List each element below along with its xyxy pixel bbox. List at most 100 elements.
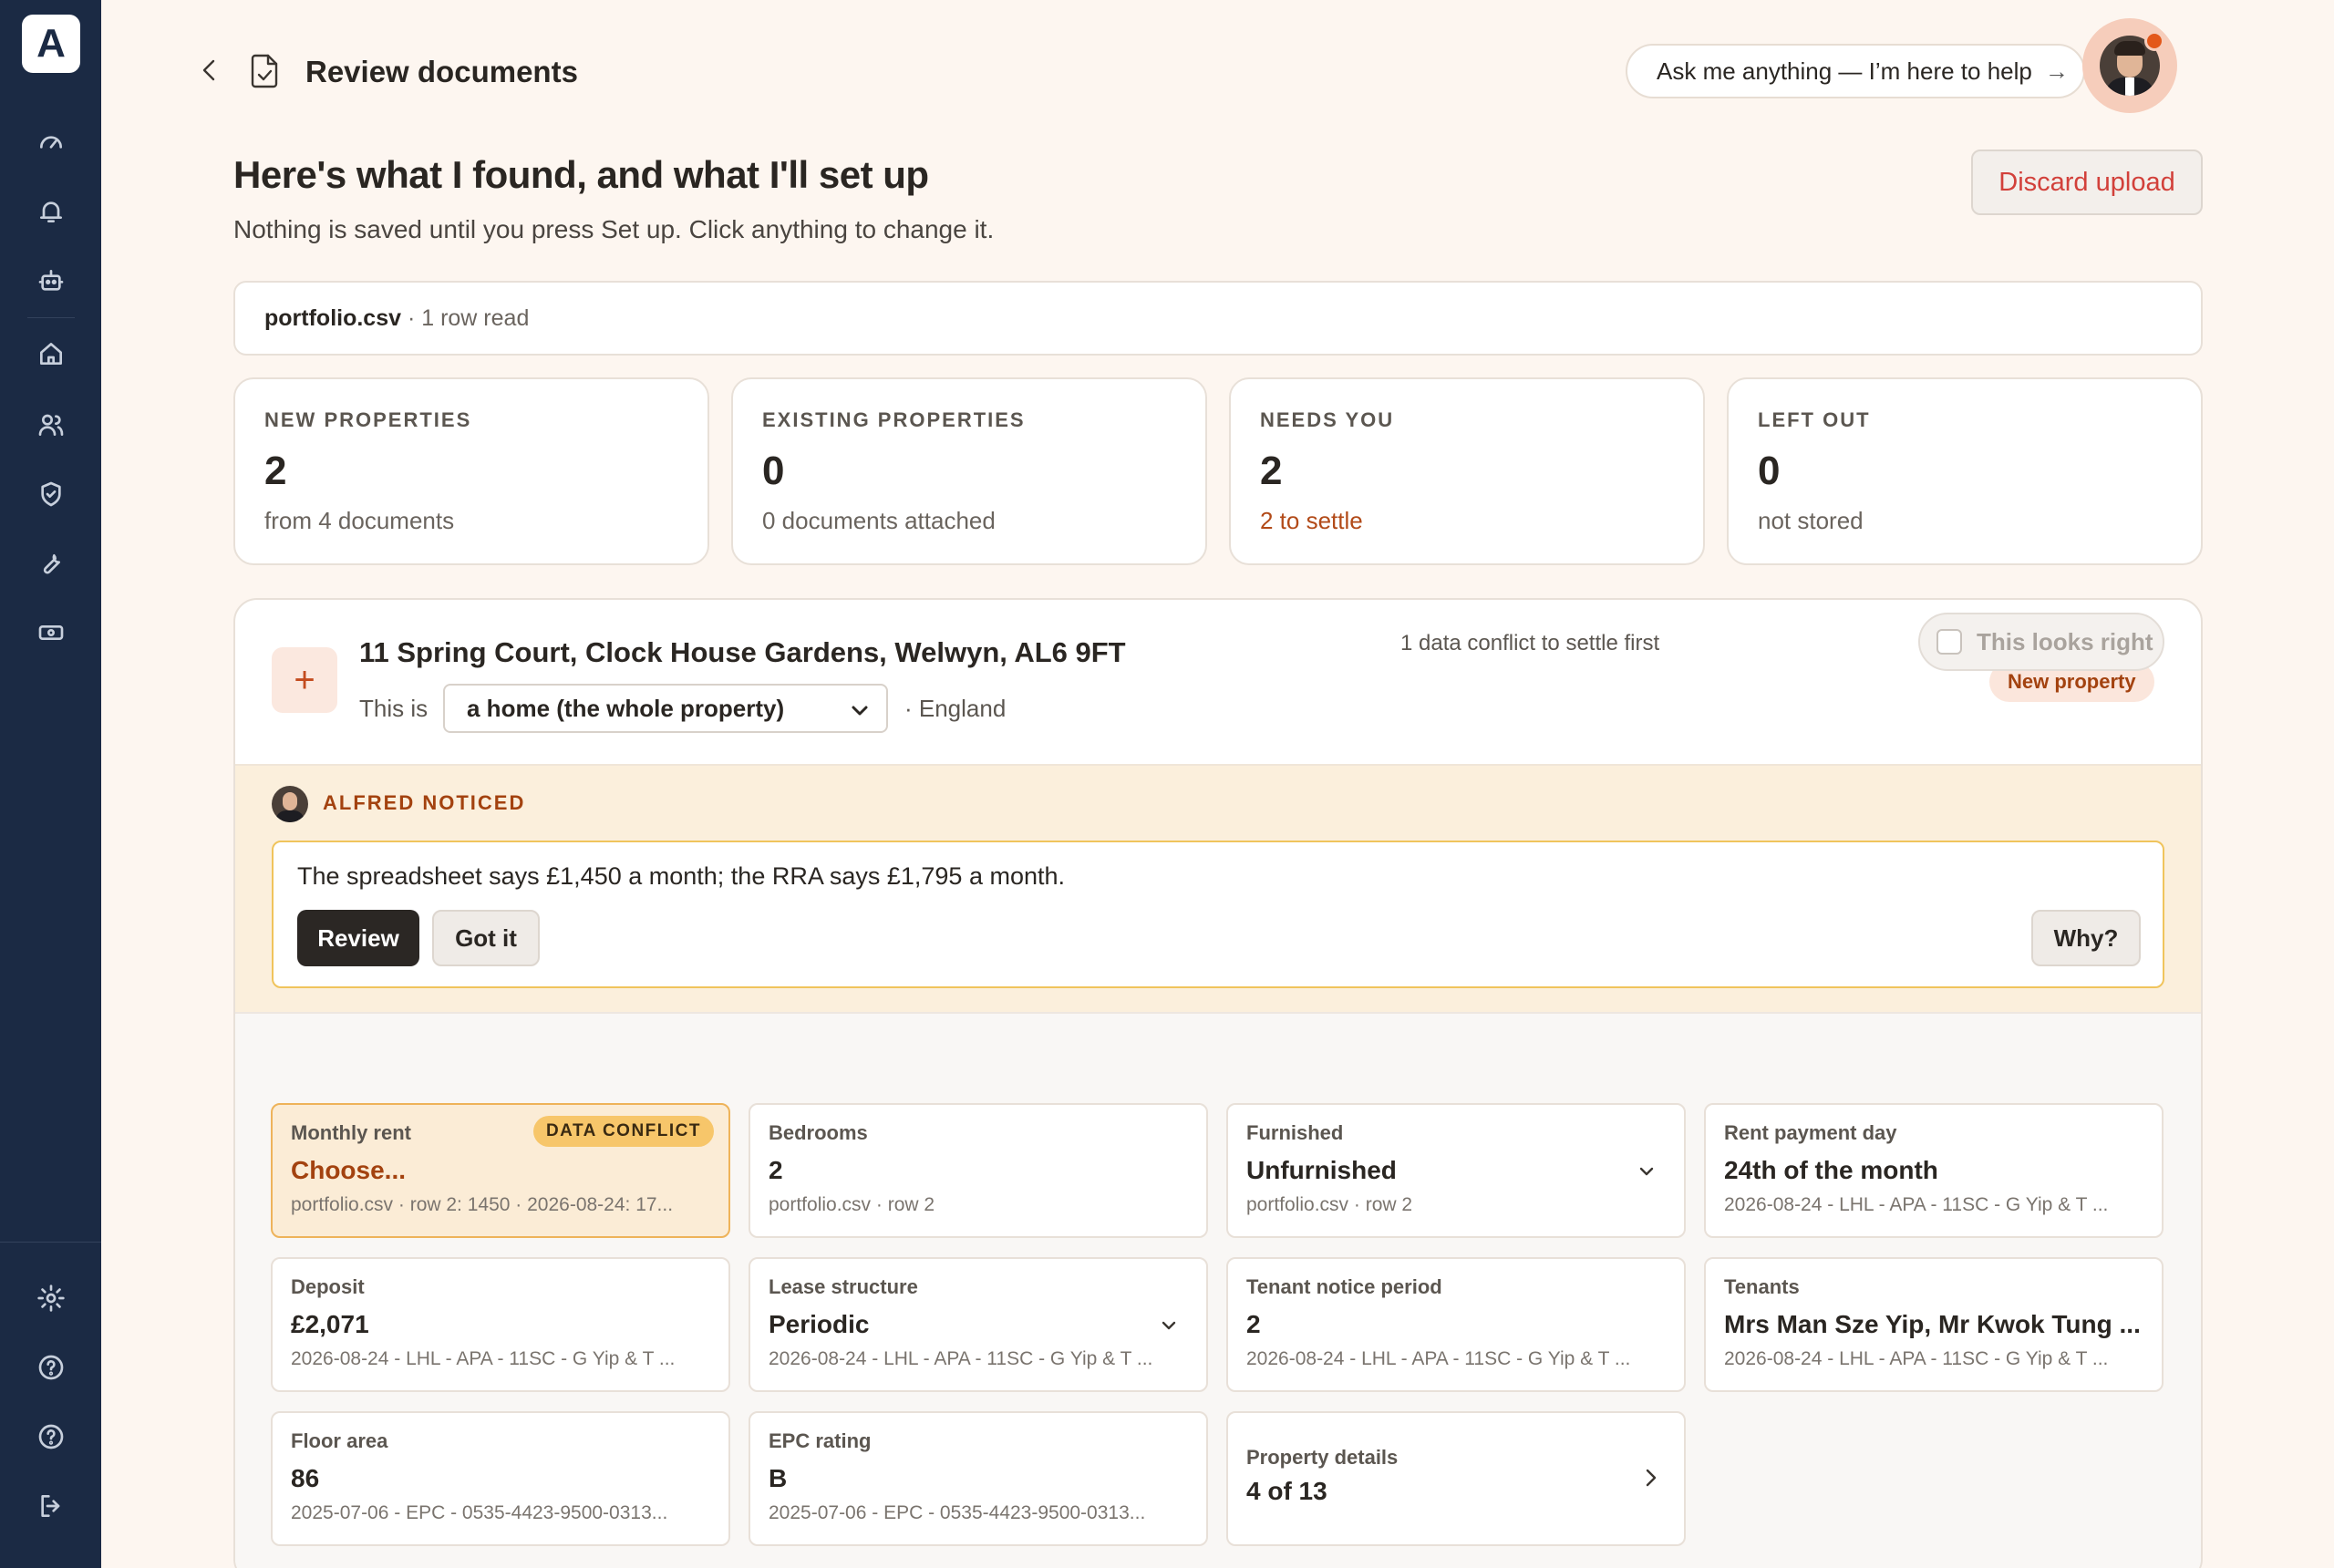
stat-label: EXISTING PROPERTIES <box>762 408 1026 431</box>
field-label: Floor area <box>291 1429 388 1452</box>
field-tenant-notice-period[interactable]: Tenant notice period 2 2026-08-24 - LHL … <box>1226 1257 1686 1392</box>
field-value: B <box>769 1464 788 1492</box>
field-value: 2 <box>769 1156 783 1184</box>
sidebar-divider <box>0 1242 101 1243</box>
field-label: Bedrooms <box>769 1121 868 1144</box>
field-value: 2 <box>1246 1310 1261 1338</box>
users-icon[interactable] <box>35 408 67 441</box>
chevron-down-icon[interactable] <box>1637 1161 1657 1186</box>
field-monthly-rent[interactable]: DATA CONFLICT Monthly rent Choose... por… <box>271 1103 730 1238</box>
notice-box: The spreadsheet says £1,450 a month; the… <box>272 841 2164 988</box>
notice-text: The spreadsheet says £1,450 a month; the… <box>297 862 1066 890</box>
field-furnished[interactable]: Furnished Unfurnished portfolio.csv · ro… <box>1226 1103 1686 1238</box>
bell-icon[interactable] <box>35 195 67 228</box>
file-name: portfolio.csv <box>264 304 402 331</box>
property-region: · England <box>904 695 1007 722</box>
add-property-icon: + <box>272 647 337 713</box>
help-icon[interactable] <box>35 1420 67 1453</box>
looks-right-label: This looks right <box>1977 627 2153 655</box>
field-value: £2,071 <box>291 1310 369 1338</box>
field-epc-rating[interactable]: EPC rating B 2025-07-06 - EPC - 0535-442… <box>749 1411 1208 1546</box>
field-label: Furnished <box>1246 1121 1344 1144</box>
stat-card-left-out[interactable]: LEFT OUT 0 not stored <box>1727 377 2203 565</box>
file-info: · 1 row read <box>401 304 530 331</box>
field-label: EPC rating <box>769 1429 872 1452</box>
chevron-right-icon[interactable] <box>1640 1466 1660 1494</box>
field-floor-area[interactable]: Floor area 86 2025-07-06 - EPC - 0535-44… <box>271 1411 730 1546</box>
field-value: 4 of 13 <box>1246 1477 1327 1505</box>
file-summary-bar: portfolio.csv · 1 row read <box>233 281 2203 356</box>
field-label: Lease structure <box>769 1275 918 1298</box>
data-conflict-badge: DATA CONFLICT <box>532 1116 714 1147</box>
chevron-down-icon[interactable] <box>1159 1315 1179 1340</box>
field-bedrooms[interactable]: Bedrooms 2 portfolio.csv · row 2 <box>749 1103 1208 1238</box>
notification-dot <box>2144 31 2164 51</box>
field-deposit[interactable]: Deposit £2,071 2026-08-24 - LHL - APA - … <box>271 1257 730 1392</box>
stat-card-existing-properties[interactable]: EXISTING PROPERTIES 0 0 documents attach… <box>731 377 1207 565</box>
page-title: Review documents <box>305 55 578 88</box>
alfred-notice: ALFRED NOTICED The spreadsheet says £1,4… <box>235 764 2201 1012</box>
home-icon[interactable] <box>35 337 67 370</box>
field-source: 2025-07-06 - EPC - 0535-4423-9500-0313..… <box>291 1502 668 1523</box>
field-label: Property details <box>1246 1446 1399 1469</box>
ask-assistant-label: Ask me anything — I’m here to help <box>1657 57 2032 85</box>
stat-card-needs-you[interactable]: NEEDS YOU 2 2 to settle <box>1229 377 1705 565</box>
field-lease-structure[interactable]: Lease structure Periodic 2026-08-24 - LH… <box>749 1257 1208 1392</box>
field-source: 2026-08-24 - LHL - APA - 11SC - G Yip & … <box>769 1348 1153 1369</box>
settings-icon[interactable] <box>35 1282 67 1315</box>
ask-assistant-button[interactable]: Ask me anything — I’m here to help → <box>1626 44 2085 98</box>
stat-value: 2 <box>264 449 287 493</box>
field-source: portfolio.csv · row 2 <box>769 1194 935 1215</box>
field-value: 24th of the month <box>1724 1156 1938 1184</box>
field-source: 2026-08-24 - LHL - APA - 11SC - G Yip & … <box>291 1348 676 1369</box>
money-icon[interactable] <box>35 616 67 649</box>
stat-label: NEEDS YOU <box>1260 408 1395 431</box>
stat-label: NEW PROPERTIES <box>264 408 472 431</box>
checkbox[interactable] <box>1936 629 1962 655</box>
notice-label: ALFRED NOTICED <box>323 791 526 814</box>
stat-card-new-properties[interactable]: NEW PROPERTIES 2 from 4 documents <box>233 377 709 565</box>
shield-check-icon[interactable] <box>35 478 67 511</box>
help-icon[interactable] <box>35 1351 67 1384</box>
discard-upload-button[interactable]: Discard upload <box>1971 150 2203 215</box>
field-label: Tenants <box>1724 1275 1800 1298</box>
dashboard-icon[interactable] <box>35 126 67 159</box>
chevron-down-icon <box>848 698 872 728</box>
why-button[interactable]: Why? <box>2031 910 2141 966</box>
robot-icon[interactable] <box>35 264 67 297</box>
stat-value: 2 <box>1260 449 1283 493</box>
field-tenants[interactable]: Tenants Mrs Man Sze Yip, Mr Kwok Tung ..… <box>1704 1257 2164 1392</box>
field-label: Rent payment day <box>1724 1121 1897 1144</box>
app-logo[interactable]: A <box>22 15 80 73</box>
stat-value: 0 <box>1758 449 1781 493</box>
section-headline: Here's what I found, and what I'll set u… <box>233 153 929 196</box>
alfred-avatar <box>272 786 308 822</box>
stat-sub: from 4 documents <box>264 507 455 534</box>
property-address[interactable]: 11 Spring Court, Clock House Gardens, We… <box>359 636 1126 669</box>
field-source: 2026-08-24 - LHL - APA - 11SC - G Yip & … <box>1724 1194 2109 1215</box>
sidebar-divider <box>27 317 75 318</box>
review-button[interactable]: Review <box>297 910 419 966</box>
field-source: 2025-07-06 - EPC - 0535-4423-9500-0313..… <box>769 1502 1146 1523</box>
wrench-icon[interactable] <box>35 547 67 580</box>
user-avatar[interactable] <box>2082 18 2177 113</box>
stat-label: LEFT OUT <box>1758 408 1871 431</box>
field-source: portfolio.csv · row 2: 1450 · 2026-08-24… <box>291 1194 674 1215</box>
logout-icon[interactable] <box>35 1490 67 1522</box>
field-source: 2026-08-24 - LHL - APA - 11SC - G Yip & … <box>1246 1348 1631 1369</box>
property-type-select[interactable]: a home (the whole property) <box>443 684 888 733</box>
conflict-note: 1 data conflict to settle first <box>1400 631 1660 655</box>
field-property-details[interactable]: Property details 4 of 13 <box>1226 1411 1686 1546</box>
stat-value: 0 <box>762 449 785 493</box>
got-it-button[interactable]: Got it <box>432 910 540 966</box>
field-value[interactable]: Choose... <box>291 1156 710 1185</box>
back-icon[interactable] <box>195 57 222 84</box>
field-source: portfolio.csv · row 2 <box>1246 1194 1413 1215</box>
field-value: Periodic <box>769 1310 870 1338</box>
property-type-label: This is <box>359 695 429 722</box>
looks-right-toggle[interactable]: This looks right <box>1918 613 2164 671</box>
field-label: Tenant notice period <box>1246 1275 1442 1298</box>
field-value: Unfurnished <box>1246 1156 1397 1184</box>
field-value: 86 <box>291 1464 320 1492</box>
field-rent-payment-day[interactable]: Rent payment day 24th of the month 2026-… <box>1704 1103 2164 1238</box>
